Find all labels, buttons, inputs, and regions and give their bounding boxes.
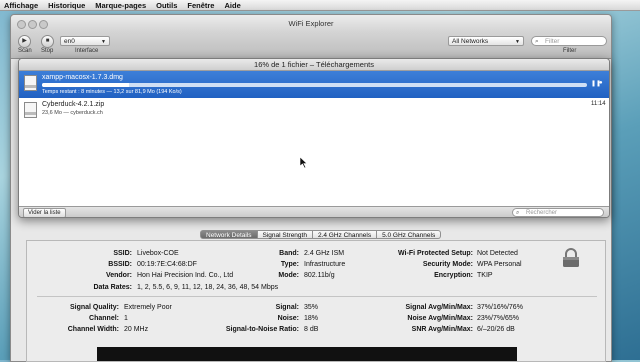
- menu-fenetre[interactable]: Fenêtre: [187, 1, 214, 10]
- downloads-search-placeholder: Rechercher: [526, 210, 558, 216]
- signal-label: Signal:: [275, 304, 299, 311]
- zoom-window-button[interactable]: [39, 20, 48, 29]
- bssid-value: 00:19:7E:C4:68:DF: [137, 261, 197, 268]
- close-window-button[interactable]: [17, 20, 26, 29]
- type-label: Type:: [280, 261, 299, 268]
- snr-avg-label: SNR Avg/Min/Max:: [411, 326, 473, 333]
- encryption-label: Encryption:: [434, 272, 473, 279]
- scan-label: Scan: [18, 48, 32, 54]
- filter-label: Filter: [563, 48, 577, 54]
- stop-icon: ■: [45, 38, 50, 44]
- data-rates-value: 1, 2, 5.5, 6, 9, 11, 12, 18, 24, 36, 48,…: [137, 284, 279, 291]
- ssid-label: SSID:: [113, 250, 132, 257]
- menu-outils[interactable]: Outils: [156, 1, 177, 10]
- clear-list-button[interactable]: Vider la liste: [23, 208, 66, 217]
- menu-aide[interactable]: Aide: [224, 1, 240, 10]
- interface-select[interactable]: en0 ▼: [60, 36, 110, 46]
- signal-graph: [97, 347, 517, 361]
- download-progress-bar: [42, 83, 587, 87]
- channel-value: 1: [124, 315, 128, 322]
- snr-value: 8 dB: [304, 326, 319, 333]
- interface-value: en0: [64, 38, 75, 45]
- signal-avg-label: Signal Avg/Min/Max:: [405, 304, 473, 311]
- window-toolbar: ▶ Scan ■ Stop en0 ▼ Interface All Networ…: [11, 32, 611, 59]
- downloads-search-input[interactable]: ⌕ Rechercher: [512, 208, 604, 217]
- channel-label: Channel:: [89, 315, 119, 322]
- wps-value: Not Detected: [477, 250, 518, 257]
- menu-affichage[interactable]: Affichage: [4, 1, 38, 10]
- channel-width-value: 20 MHz: [124, 326, 149, 333]
- encryption-value: TKIP: [477, 272, 493, 279]
- download-status: 23,6 Mo — cyberduck.ch: [42, 110, 103, 116]
- stop-button[interactable]: ■: [41, 35, 54, 48]
- bssid-label: BSSID:: [108, 261, 132, 268]
- tab-network-details[interactable]: Network Details: [200, 230, 258, 239]
- channel-width-label: Channel Width:: [67, 326, 119, 333]
- download-item[interactable]: Cyberduck-4.2.1.zip 23,6 Mo — cyberduck.…: [19, 99, 609, 121]
- minimize-window-button[interactable]: [28, 20, 37, 29]
- noise-avg-value: 23%/7%/65%: [477, 315, 520, 322]
- networks-filter-value: All Networks: [452, 38, 489, 45]
- dmg-file-icon: [24, 75, 37, 91]
- tab-5-0-ghz-channels[interactable]: 5.0 GHz Channels: [377, 230, 442, 239]
- noise-label: Noise:: [277, 315, 299, 322]
- download-time: 11:14: [591, 101, 606, 107]
- tab-2-4-ghz-channels[interactable]: 2.4 GHz Channels: [312, 230, 378, 239]
- noise-avg-label: Noise Avg/Min/Max:: [407, 315, 473, 322]
- data-rates-label: Data Rates:: [93, 284, 132, 291]
- networks-filter-select[interactable]: All Networks ▼: [448, 36, 524, 46]
- downloads-title: 16% de 1 fichier – Téléchargements: [254, 60, 374, 69]
- security-mode-label: Security Mode:: [422, 261, 473, 268]
- vendor-label: Vendor:: [105, 272, 132, 279]
- menu-marque-pages[interactable]: Marque-pages: [95, 1, 146, 10]
- mouse-pointer-icon: [300, 157, 308, 168]
- type-value: Infrastructure: [304, 261, 346, 268]
- download-status: Temps restant : 8 minutes — 13,2 sur 81,…: [42, 89, 182, 95]
- download-filename: Cyberduck-4.2.1.zip: [42, 101, 105, 108]
- ssid-value: Livebox-COE: [137, 250, 179, 257]
- play-icon: ▶: [22, 38, 27, 44]
- signal-quality-label: Signal Quality:: [69, 304, 119, 311]
- menu-bar: Affichage Historique Marque-pages Outils…: [0, 0, 640, 11]
- chevron-down-icon: ▼: [515, 39, 520, 45]
- snr-label: Signal-to-Noise Ratio:: [225, 326, 299, 333]
- security-mode-value: WPA Personal: [477, 261, 522, 268]
- search-icon: ⌕: [535, 38, 539, 45]
- downloads-window: 16% de 1 fichier – Téléchargements xampp…: [18, 58, 610, 218]
- download-filename: xampp-macosx-1.7.3.dmg: [42, 74, 123, 81]
- stop-label: Stop: [41, 48, 54, 54]
- wps-label: Wi-Fi Protected Setup:: [398, 250, 473, 257]
- band-value: 2.4 GHz ISM: [304, 250, 345, 257]
- signal-quality-value: Extremely Poor: [124, 304, 172, 311]
- signal-value: 35%: [304, 304, 319, 311]
- noise-value: 18%: [304, 315, 319, 322]
- search-icon: ⌕: [516, 210, 520, 216]
- download-item[interactable]: xampp-macosx-1.7.3.dmg Temps restant : 8…: [19, 71, 609, 98]
- separator: [37, 296, 597, 297]
- window-title: WiFi Explorer: [288, 19, 334, 28]
- zip-file-icon: [24, 102, 37, 118]
- downloads-titlebar: 16% de 1 fichier – Téléchargements: [19, 59, 609, 71]
- lock-icon: [563, 248, 579, 267]
- tab-signal-strength[interactable]: Signal Strength: [257, 230, 313, 239]
- chevron-down-icon: ▼: [101, 39, 106, 45]
- band-label: Band:: [279, 250, 299, 257]
- menu-historique[interactable]: Historique: [48, 1, 85, 10]
- mode-label: Mode:: [278, 272, 299, 279]
- signal-avg-value: 37%/16%/76%: [477, 304, 523, 311]
- filter-placeholder: Filter: [545, 38, 560, 45]
- details-tab-bar: Network Details Signal Strength 2.4 GHz …: [200, 230, 442, 239]
- filter-search-input[interactable]: ⌕ Filter: [531, 36, 607, 46]
- network-details-panel: SSID: Livebox-COE BSSID: 00:19:7E:C4:68:…: [26, 240, 606, 362]
- reveal-icon[interactable]: ●: [599, 80, 603, 86]
- mode-value: 802.11b/g: [304, 272, 335, 279]
- downloads-bottom-bar: Vider la liste ⌕ Rechercher: [19, 206, 609, 217]
- snr-avg-value: 6/–20/26 dB: [477, 326, 515, 333]
- window-titlebar: WiFi Explorer: [11, 15, 611, 32]
- scan-button[interactable]: ▶: [18, 35, 31, 48]
- interface-label: Interface: [75, 48, 99, 54]
- download-progress-fill: [42, 83, 130, 87]
